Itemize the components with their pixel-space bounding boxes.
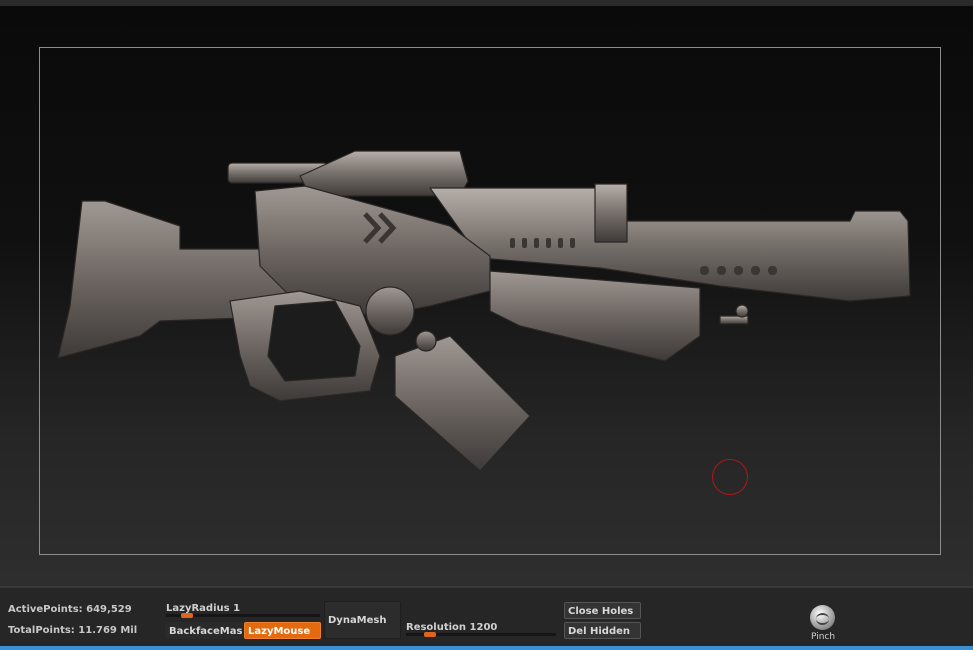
backface-mask-button[interactable]: BackfaceMas — [165, 622, 243, 639]
canvas-viewport[interactable] — [0, 0, 973, 586]
handguard — [489, 270, 701, 362]
brush-cursor — [712, 459, 748, 495]
lazy-radius-knob[interactable] — [181, 613, 193, 618]
dynamesh-button[interactable]: DynaMesh — [324, 601, 401, 639]
resolution-slider[interactable]: Resolution 1200 — [406, 622, 556, 637]
del-hidden-button[interactable]: Del Hidden — [564, 622, 641, 639]
lazymouse-button[interactable]: LazyMouse — [244, 622, 321, 639]
rifle-model[interactable] — [0, 6, 973, 586]
brush-label: Pinch — [811, 632, 836, 642]
selector-wheel — [365, 286, 415, 336]
resolution-knob[interactable] — [424, 632, 436, 637]
close-holes-button[interactable]: Close Holes — [564, 602, 641, 619]
pinch-brush-icon[interactable] — [810, 605, 835, 630]
window-bottom-border — [0, 646, 973, 650]
magazine — [394, 335, 531, 472]
active-points: ActivePoints: 649,529 — [8, 604, 132, 615]
total-points: TotalPoints: 11.769 Mil — [8, 625, 138, 636]
rear-sight — [594, 183, 628, 243]
lazy-radius-slider[interactable]: LazyRadius 1 — [166, 603, 320, 618]
